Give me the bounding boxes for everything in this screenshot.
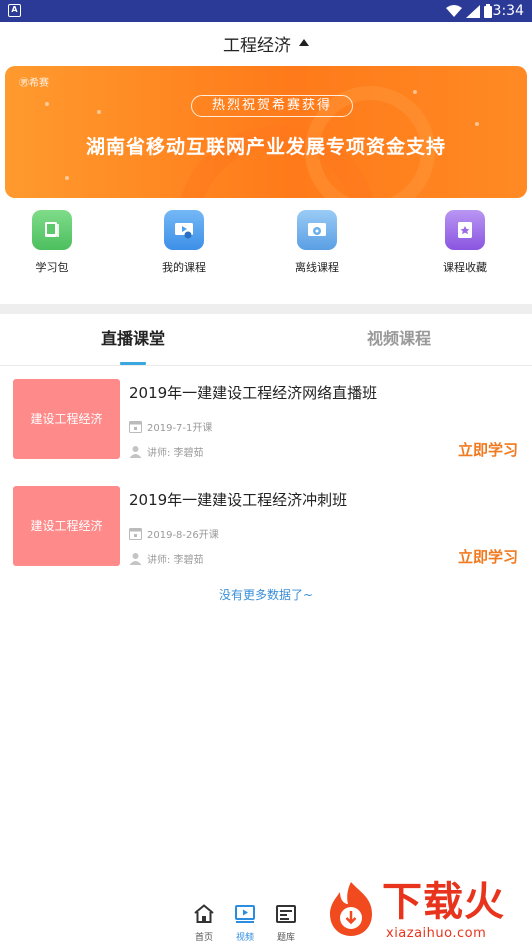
signal-icon	[466, 4, 480, 18]
clock: 3:34	[492, 3, 524, 19]
quick-nav-my-courses[interactable]: 我的课程	[139, 206, 229, 275]
quick-nav-favorites[interactable]: 课程收藏	[420, 206, 510, 275]
tab-live-classes[interactable]: 直播课堂	[33, 314, 233, 366]
course-item[interactable]: 建设工程经济 2019年一建建设工程经济冲刺班 2019-8-26开课 讲师: …	[0, 486, 532, 576]
section-divider	[0, 304, 532, 314]
banner-brand-logo: ㊚希赛	[19, 78, 49, 89]
person-icon	[129, 446, 142, 458]
bottom-nav-video[interactable]: 视频	[225, 904, 265, 943]
banner-pill-text: 热烈祝贺希赛获得	[191, 95, 353, 117]
wifi-icon	[446, 4, 462, 17]
quick-nav-offline-courses[interactable]: 离线课程	[272, 206, 362, 275]
course-item[interactable]: 建设工程经济 2019年一建建设工程经济网络直播班 2019-7-1开课 讲师:…	[0, 379, 532, 469]
offline-disc-icon	[297, 210, 337, 250]
caret-up-icon	[299, 38, 309, 46]
person-icon	[129, 553, 142, 565]
study-now-button[interactable]: 立即学习	[458, 546, 518, 567]
calendar-icon	[129, 421, 142, 433]
tab-video-courses[interactable]: 视频课程	[299, 314, 499, 366]
course-thumbnail: 建设工程经济	[13, 379, 120, 459]
calendar-icon	[129, 528, 142, 540]
no-more-data-text: 没有更多数据了~	[218, 588, 314, 602]
battery-icon	[484, 4, 492, 18]
course-date: 2019-7-1开课	[129, 419, 212, 434]
course-title: 2019年一建建设工程经济冲刺班	[129, 491, 348, 509]
page-title: 工程经济	[223, 35, 291, 56]
system-icons	[446, 4, 492, 18]
course-title: 2019年一建建设工程经济网络直播班	[129, 384, 378, 402]
bottom-nav-home[interactable]: 首页	[184, 904, 224, 943]
video-course-icon	[164, 210, 204, 250]
course-date: 2019-8-26开课	[129, 526, 219, 541]
course-tabs: 直播课堂 视频课程	[0, 314, 532, 366]
course-teacher: 讲师: 李碧茹	[129, 444, 204, 459]
watermark: 下载火 xiazaihuo.com	[316, 876, 532, 946]
watermark-url: xiazaihuo.com	[386, 926, 487, 941]
quick-nav-study-pack[interactable]: 学习包	[7, 206, 97, 275]
question-bank-icon	[276, 905, 296, 923]
bookmark-star-icon	[445, 210, 485, 250]
subject-selector[interactable]: 工程经济	[0, 22, 532, 64]
video-icon	[235, 905, 255, 923]
app-notification-icon: A	[8, 4, 21, 17]
watermark-text: 下载火	[382, 879, 505, 925]
course-thumbnail: 建设工程经济	[13, 486, 120, 566]
home-icon	[194, 904, 214, 923]
course-teacher: 讲师: 李碧茹	[129, 551, 204, 566]
quick-nav: 学习包 我的课程 离线课程 课程收藏	[0, 206, 532, 290]
flame-logo-icon	[330, 882, 372, 936]
bottom-nav-question-bank[interactable]: 题库	[266, 904, 306, 943]
active-tab-indicator	[120, 362, 146, 365]
banner-headline: 湖南省移动互联网产业发展专项资金支持	[85, 136, 446, 158]
promo-banner[interactable]: ㊚希赛 热烈祝贺希赛获得 湖南省移动互联网产业发展专项资金支持	[5, 66, 527, 198]
status-bar: A 3:34	[0, 0, 532, 22]
study-now-button[interactable]: 立即学习	[458, 439, 518, 460]
book-icon	[32, 210, 72, 250]
